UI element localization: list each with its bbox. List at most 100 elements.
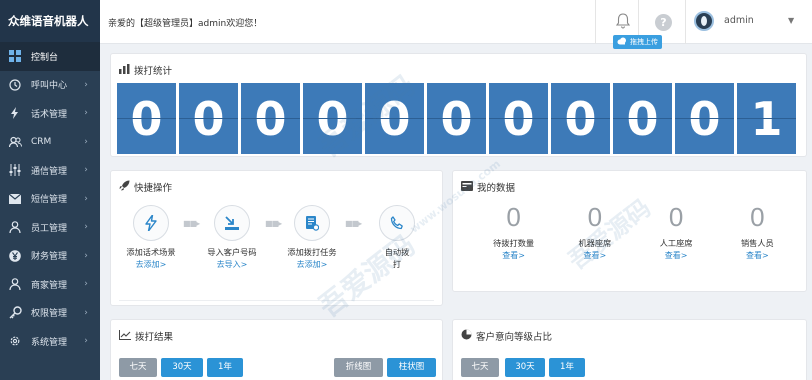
help-icon[interactable]: ?	[655, 14, 672, 31]
chevron-down-icon[interactable]: ▼	[788, 16, 794, 25]
yen-icon	[8, 249, 22, 263]
arrow-right-icon: ■■▸	[183, 219, 200, 228]
chevron-right-icon: ›	[84, 165, 88, 176]
bolt-icon	[133, 205, 169, 241]
step-add-script[interactable]: 添加话术场景 去添加>	[121, 205, 181, 270]
rocket-icon	[119, 180, 130, 194]
line-chart-icon	[119, 329, 131, 343]
bar-chart-button[interactable]: 柱状图	[387, 358, 436, 377]
step-label-cont: 打	[392, 259, 402, 269]
chevron-right-icon: ›	[84, 79, 88, 90]
stat-label: 机器座席	[578, 238, 612, 248]
step-link[interactable]: 去添加>	[121, 259, 181, 270]
panel-title: 我的数据	[461, 180, 515, 194]
chevron-right-icon: ›	[84, 136, 88, 147]
upload-badge[interactable]: 拖拽上传	[613, 35, 662, 49]
username[interactable]: admin	[724, 15, 754, 26]
import-icon	[214, 205, 250, 241]
panel-title-text: 拨打结果	[135, 332, 174, 343]
sidebar: 众维语音机器人 控制台 呼叫中心 › 话术管理 › CRM › 通信管理 › 短…	[0, 0, 100, 380]
sidebar-item-script[interactable]: 话术管理 ›	[0, 99, 100, 128]
sidebar-item-label: 财务管理	[31, 252, 68, 263]
counter-digit: 0	[365, 83, 424, 154]
counter-digit: 0	[179, 83, 238, 154]
intent-ratio-panel: 客户意向等级占比 七天 30天 1年	[452, 319, 807, 380]
sidebar-item-permissions[interactable]: 权限管理 ›	[0, 299, 100, 328]
sidebar-item-dashboard[interactable]: 控制台	[0, 42, 100, 71]
step-label: 添加拨打任务	[287, 247, 337, 257]
sliders-icon	[8, 163, 22, 177]
sidebar-item-merchant[interactable]: 商家管理 ›	[0, 270, 100, 299]
sidebar-item-staff[interactable]: 员工管理 ›	[0, 213, 100, 242]
stat-human-seats: 0 人工座席 查看>	[636, 201, 717, 261]
sidebar-item-label: 商家管理	[31, 280, 68, 291]
sidebar-item-finance[interactable]: 财务管理 ›	[0, 242, 100, 271]
user-icon	[8, 277, 22, 291]
users-icon	[8, 135, 22, 149]
range-1year-button[interactable]: 1年	[549, 358, 585, 377]
line-chart-button[interactable]: 折线图	[334, 358, 383, 377]
sidebar-item-call-center[interactable]: 呼叫中心 ›	[0, 71, 100, 100]
header-divider	[595, 0, 596, 44]
quick-steps: 添加话术场景 去添加> ■■▸ 导入客户号码 去导入> ■■▸ 添加拨打任务 去…	[119, 205, 441, 281]
document-icon	[294, 205, 330, 241]
step-link[interactable]: 去添加>	[282, 259, 342, 270]
stat-value: 0	[668, 202, 684, 232]
stat-link[interactable]: 查看>	[554, 250, 635, 261]
counter-digit: 0	[117, 83, 176, 154]
sidebar-item-label: 控制台	[31, 52, 59, 63]
sidebar-item-communication[interactable]: 通信管理 ›	[0, 156, 100, 185]
sidebar-item-label: 系统管理	[31, 337, 68, 348]
dial-stats-panel: 拨打统计 00000000001	[110, 53, 807, 157]
chevron-right-icon: ›	[84, 336, 88, 347]
range-7days-button[interactable]: 七天	[119, 358, 157, 377]
counter-digit: 0	[427, 83, 486, 154]
stat-link[interactable]: 查看>	[717, 250, 798, 261]
sidebar-item-label: CRM	[31, 136, 52, 147]
stat-link[interactable]: 查看>	[636, 250, 717, 261]
clock-icon	[8, 78, 22, 92]
stat-label: 人工座席	[659, 238, 693, 248]
sidebar-item-system[interactable]: 系统管理 ›	[0, 327, 100, 356]
step-add-task[interactable]: 添加拨打任务 去添加>	[282, 205, 342, 270]
stat-sales-staff: 0 销售人员 查看>	[717, 201, 798, 261]
range-30days-button[interactable]: 30天	[161, 358, 203, 377]
stat-pending-calls: 0 待拨打数量 查看>	[473, 201, 554, 261]
stat-label: 待拨打数量	[493, 238, 535, 248]
divider	[119, 300, 434, 301]
step-link[interactable]: 去导入>	[202, 259, 262, 270]
my-data-panel: 我的数据 0 待拨打数量 查看> 0 机器座席 查看> 0 人工座席 查看> 0…	[452, 170, 807, 292]
bell-icon[interactable]	[615, 13, 631, 32]
range-1year-button[interactable]: 1年	[207, 358, 243, 377]
key-icon	[8, 306, 22, 320]
phone-icon	[379, 205, 415, 241]
counter-digit: 0	[241, 83, 300, 154]
sidebar-item-label: 短信管理	[31, 195, 68, 206]
gear-icon	[8, 334, 22, 348]
range-7days-button[interactable]: 七天	[461, 358, 499, 377]
bolt-icon	[8, 106, 22, 120]
counter-digit: 0	[675, 83, 734, 154]
stat-link[interactable]: 查看>	[473, 250, 554, 261]
step-auto-dial[interactable]: 自动拨 打	[367, 205, 427, 270]
panel-title: 拨打结果	[119, 329, 173, 343]
chevron-right-icon: ›	[84, 108, 88, 119]
panel-title: 快捷操作	[119, 180, 172, 194]
user-icon	[8, 220, 22, 234]
quick-actions-panel: 快捷操作 添加话术场景 去添加> ■■▸ 导入客户号码 去导入> ■■▸ 添加拨…	[110, 170, 443, 306]
step-import-numbers[interactable]: 导入客户号码 去导入>	[202, 205, 262, 270]
chevron-right-icon: ›	[84, 250, 88, 261]
counter-digit: 1	[737, 83, 796, 154]
range-30days-button[interactable]: 30天	[505, 358, 545, 377]
sidebar-item-label: 呼叫中心	[31, 81, 68, 92]
sidebar-item-label: 权限管理	[31, 309, 68, 320]
header-divider	[685, 0, 686, 44]
panel-title-text: 拨打统计	[134, 66, 173, 77]
sidebar-item-sms[interactable]: 短信管理 ›	[0, 185, 100, 214]
chevron-right-icon: ›	[84, 222, 88, 233]
sidebar-item-label: 通信管理	[31, 166, 68, 177]
top-header: 亲爱的【超级管理员】admin欢迎您！ ? admin ▼	[100, 0, 812, 44]
sidebar-item-crm[interactable]: CRM ›	[0, 128, 100, 157]
avatar[interactable]	[694, 11, 714, 31]
counter-digit: 0	[613, 83, 672, 154]
